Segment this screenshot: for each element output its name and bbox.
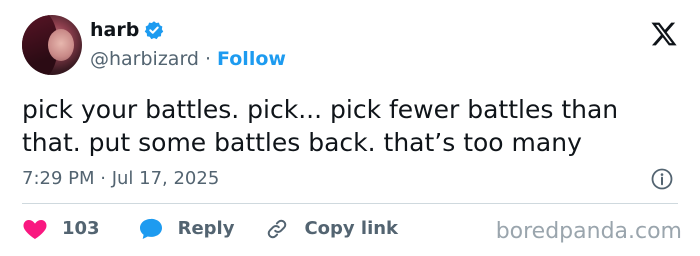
- watermark: boredpanda.com: [495, 219, 682, 244]
- tweet-text: pick your battles. pick... pick fewer ba…: [22, 95, 619, 157]
- avatar-face: [48, 29, 74, 61]
- handle-row: @harbizard · Follow: [90, 47, 286, 71]
- tweet-timestamp[interactable]: 7:29 PM · Jul 17, 2025: [22, 167, 219, 191]
- like-button[interactable]: 103: [22, 217, 100, 241]
- like-count: 103: [62, 218, 100, 239]
- display-name[interactable]: harb: [90, 18, 139, 42]
- link-icon: [268, 219, 287, 239]
- heart-icon: [23, 220, 47, 239]
- tweet-card: harb @harbizard · Follow pick your battl…: [0, 0, 700, 256]
- speech-bubble-icon: [139, 218, 162, 239]
- x-logo-icon[interactable]: [650, 20, 678, 48]
- reply-label: Reply: [177, 218, 235, 239]
- name-row: harb: [90, 18, 164, 42]
- handle-separator: ·: [205, 48, 212, 70]
- info-icon[interactable]: [650, 167, 674, 191]
- copy-link-button[interactable]: Copy link: [264, 217, 398, 241]
- reply-button[interactable]: Reply: [138, 217, 235, 241]
- copy-link-label: Copy link: [304, 218, 399, 239]
- follow-button[interactable]: Follow: [217, 47, 286, 71]
- divider: [22, 203, 678, 204]
- verified-badge-icon: [145, 21, 164, 40]
- avatar[interactable]: [22, 15, 82, 75]
- user-handle[interactable]: @harbizard: [90, 47, 199, 71]
- action-bar: 103 Reply Copy link: [22, 217, 398, 241]
